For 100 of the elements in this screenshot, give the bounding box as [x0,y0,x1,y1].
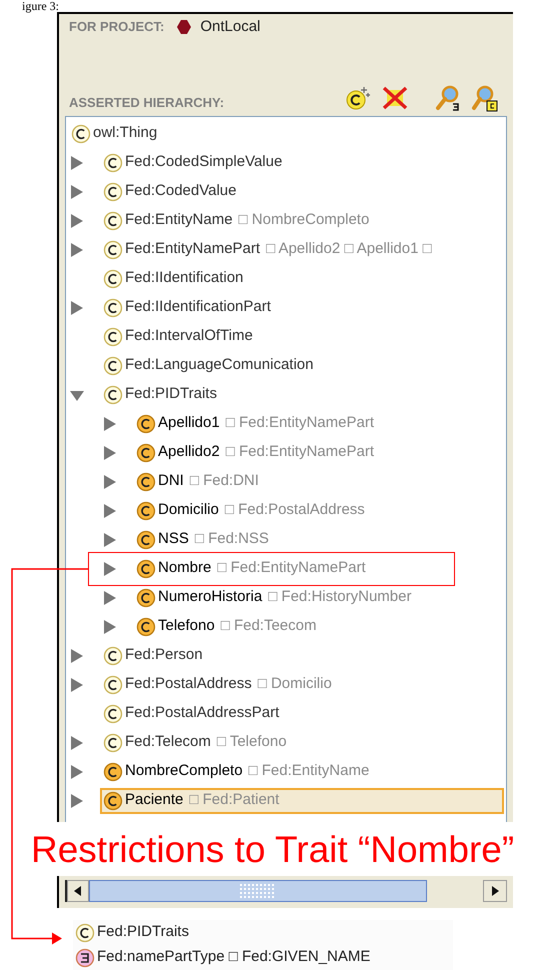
superclass-text: □ Fed:Patient [189,790,280,810]
superclass-text: □ Fed:EntityNamePart [217,558,366,578]
class-name: Fed:EntityNamePart [125,239,260,260]
class-name: Fed:LanguageComunication [125,355,314,376]
class-name: Fed:EntityName [125,210,233,230]
grip-icon [240,884,276,898]
class-name: Nombre [158,558,212,578]
search-class-icon[interactable] [471,84,499,112]
tree-item[interactable]: Fed:CodedSimpleValue [100,150,286,176]
expand-arrow-icon[interactable] [70,184,84,198]
expand-arrow-icon[interactable] [103,474,117,488]
left-arrow-icon [74,886,82,896]
horizontal-scrollbar[interactable] [65,880,507,902]
superclass-text: □ Fed:EntityName [248,761,370,782]
class-name: DNI [158,471,184,492]
class-name: NSS [158,529,189,550]
class-name: Domicilio [158,500,219,520]
restriction-text: Fed:namePartType □ Fed:GIVEN_NAME [97,947,370,968]
superclass-text: □ Telefono [216,732,287,752]
tree-item[interactable]: NumeroHistoria □ Fed:HistoryNumber [133,584,414,610]
tree-item[interactable]: Fed:CodedValue [100,178,240,204]
expand-arrow-icon[interactable] [70,648,84,662]
class-icon [103,152,123,172]
tree-item[interactable]: Fed:EntityNamePart □ Apellido2 □ Apellido1 □ [100,236,435,262]
expand-arrow-icon[interactable] [103,620,117,634]
class-name: Fed:Telecom [125,732,211,752]
superclass-text: □ Domicilio [258,674,332,694]
expand-arrow-icon[interactable] [103,562,117,576]
tree-item[interactable]: Domicilio □ Fed:PostalAddress [133,498,368,524]
class-defined-icon [136,558,156,578]
tree-item[interactable]: Fed:IIdentification [100,266,246,292]
class-icon [103,182,123,202]
tree-item[interactable]: Fed:PostalAddress □ Domicilio [100,672,335,698]
class-name: owl:Thing [93,123,158,144]
tree-item[interactable]: NombreCompleto □ Fed:EntityName [100,758,372,784]
class-defined-icon [136,530,156,550]
expand-arrow-icon[interactable] [103,504,117,518]
expand-arrow-icon[interactable] [70,678,84,692]
class-name: NombreCompleto [125,761,243,782]
class-defined-icon [136,414,156,434]
delete-icon[interactable] [381,85,409,111]
project-label: FOR PROJECT: [69,18,164,36]
class-defined-icon [136,616,156,636]
class-icon [103,704,123,724]
expand-arrow-icon[interactable] [103,532,117,546]
tree-item[interactable]: Fed:EntityName □ NombreCompleto [100,208,372,234]
tree-item[interactable]: NSS □ Fed:NSS [133,526,272,552]
class-name: Fed:Person [125,645,203,666]
superclass-text: □ NombreCompleto [238,210,370,230]
expand-arrow-icon[interactable] [103,590,117,604]
class-defined-icon [136,500,156,520]
tree-item[interactable]: Nombre □ Fed:EntityNamePart [133,556,369,582]
superclass-text: □ Fed:EntityNamePart [226,413,374,434]
expand-arrow-icon[interactable] [70,794,84,808]
tree-item[interactable]: Apellido2 □ Fed:EntityNamePart [133,440,377,466]
tree-item[interactable]: Apellido1 □ Fed:EntityNamePart [133,410,377,436]
tree-item[interactable]: Fed:PostalAddressPart [100,700,282,726]
right-arrow-icon [491,886,499,896]
expand-arrow-icon[interactable] [70,156,84,170]
tree-item[interactable]: Fed:IntervalOfTime [100,324,256,350]
class-name: Apellido2 [158,442,220,462]
expand-arrow-icon[interactable] [70,736,84,750]
class-icon [103,384,123,404]
expand-arrow-icon[interactable] [70,300,84,314]
tree-item[interactable]: Fed:LanguageComunication [100,352,316,378]
superclass-text: □ Fed:NSS [194,529,269,550]
tree-item[interactable]: owl:Thing [68,120,160,146]
add-class-icon[interactable] [345,85,371,111]
class-icon [103,326,123,346]
expand-arrow-icon[interactable] [70,242,84,256]
superclass-text: □ Fed:PostalAddress [224,500,365,520]
scroll-left-button[interactable] [67,880,89,902]
tree-item[interactable]: Paciente □ Fed:Patient [100,788,504,814]
class-icon [75,922,95,942]
class-defined-icon [136,472,156,492]
expand-arrow-icon[interactable] [103,446,117,460]
class-name: Fed:PostalAddressPart [125,703,280,724]
expand-arrow-icon[interactable] [103,416,117,430]
exists-icon [75,948,95,968]
tree-item[interactable]: Fed:IIdentificationPart [100,294,274,320]
class-icon [71,124,91,144]
scroll-right-button[interactable] [483,880,507,902]
superclass-text: □ Fed:HistoryNumber [268,587,412,608]
class-name: Fed:IntervalOfTime [125,326,253,346]
tree-item[interactable]: Fed:PIDTraits [100,382,220,408]
tree-item[interactable]: Telefono □ Fed:Teecom [133,614,320,640]
class-name: Telefono [158,616,215,636]
class-name: Fed:CodedValue [125,181,236,202]
tree-item[interactable]: Fed:Person [100,642,206,668]
superclass-text: □ Fed:EntityNamePart [226,442,374,462]
expand-arrow-icon[interactable] [70,764,84,778]
restriction-text: Fed:PIDTraits [97,922,189,942]
scroll-thumb[interactable] [89,880,427,902]
class-name: NumeroHistoria [158,587,262,608]
tree-item[interactable]: DNI □ Fed:DNI [133,468,262,494]
search-icon[interactable] [435,84,461,112]
class-icon [103,210,123,230]
class-name: Fed:IIdentificationPart [125,297,271,318]
tree-item[interactable]: Fed:Telecom □ Telefono [100,730,290,756]
expand-arrow-icon[interactable] [70,214,84,228]
